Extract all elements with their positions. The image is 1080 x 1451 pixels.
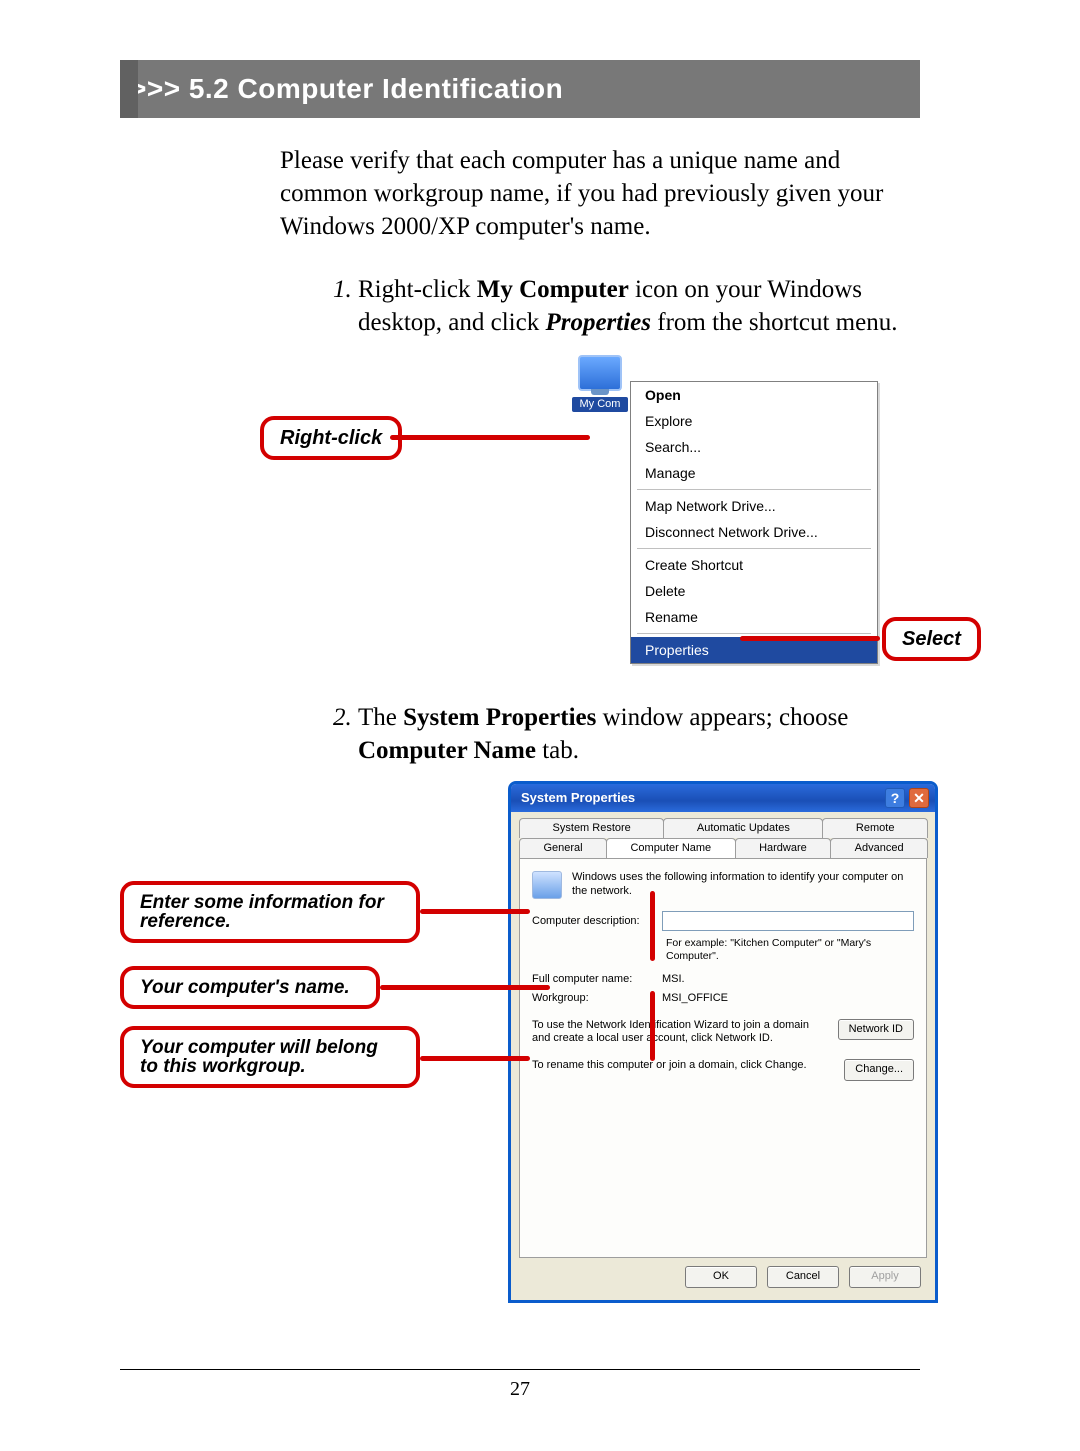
step1-pre: Right-click — [358, 276, 477, 303]
context-menu: Open Explore Search... Manage Map Networ… — [630, 381, 878, 664]
callout-computer-name: Your computer's name. — [120, 966, 380, 1009]
menu-disconnect-drive[interactable]: Disconnect Network Drive... — [631, 519, 877, 545]
tab-general[interactable]: General — [519, 838, 607, 858]
callout-workgroup: Your computer will belong to this workgr… — [120, 1026, 420, 1088]
close-button[interactable]: ✕ — [909, 788, 929, 808]
my-computer-label: My Com — [572, 397, 628, 412]
connector-select — [740, 636, 880, 641]
menu-search[interactable]: Search... — [631, 434, 877, 460]
figure-context-menu: My Com Open Explore Search... Manage Map… — [120, 361, 920, 671]
connector-description-v — [650, 891, 655, 961]
wizard-text: To use the Network Identification Wizard… — [532, 1019, 828, 1045]
steps-list-2: The System Properties window appears; ch… — [300, 701, 920, 767]
menu-divider — [637, 633, 871, 634]
description-input[interactable] — [662, 911, 914, 931]
my-computer-icon[interactable]: My Com — [572, 355, 628, 425]
tab-computer-name[interactable]: Computer Name — [606, 838, 736, 858]
step2-mid: window appears; choose — [596, 704, 848, 731]
step1-b1: My Computer — [477, 276, 629, 303]
callout-select: Select — [882, 617, 981, 661]
menu-explore[interactable]: Explore — [631, 408, 877, 434]
tab-remote[interactable]: Remote — [822, 818, 928, 838]
monitor-icon — [578, 355, 622, 391]
dialog-titlebar: System Properties ? ✕ — [511, 784, 935, 812]
tab-advanced[interactable]: Advanced — [830, 838, 928, 858]
computer-name-panel: Windows uses the following information t… — [519, 858, 927, 1258]
step1-post: from the shortcut menu. — [651, 309, 897, 336]
step2-b2: Computer Name — [358, 737, 536, 764]
figure-system-properties: System Properties ? ✕ System Restore Aut… — [120, 781, 920, 1351]
cancel-button[interactable]: Cancel — [767, 1266, 839, 1287]
callout-right-click: Right-click — [260, 416, 402, 460]
page-footer: 27 — [120, 1369, 920, 1401]
change-button[interactable]: Change... — [844, 1059, 914, 1080]
intro-paragraph: Please verify that each computer has a u… — [280, 144, 920, 243]
menu-create-shortcut[interactable]: Create Shortcut — [631, 552, 877, 578]
workgroup-value: MSI_OFFICE — [662, 992, 728, 1005]
dialog-button-row: OK Cancel Apply — [511, 1266, 935, 1299]
connector-computer-name — [380, 985, 550, 990]
tab-system-restore[interactable]: System Restore — [519, 818, 664, 838]
tab-automatic-updates[interactable]: Automatic Updates — [663, 818, 823, 838]
steps-list: Right-click My Computer icon on your Win… — [300, 273, 920, 339]
connector-description — [420, 909, 530, 914]
step2-b1: System Properties — [403, 704, 596, 731]
fullname-value: MSI. — [662, 973, 685, 986]
connector-workgroup-v — [650, 991, 655, 1061]
step2-post: tab. — [536, 737, 579, 764]
workgroup-label: Workgroup: — [532, 992, 652, 1005]
change-text: To rename this computer or join a domain… — [532, 1059, 834, 1072]
description-label: Computer description: — [532, 915, 652, 928]
system-properties-dialog: System Properties ? ✕ System Restore Aut… — [508, 781, 938, 1303]
help-button[interactable]: ? — [885, 788, 905, 808]
network-id-button[interactable]: Network ID — [838, 1019, 914, 1040]
section-heading-text: >>> 5.2 Computer Identification — [120, 73, 563, 105]
step2-pre: The — [358, 704, 403, 731]
page-number: 27 — [510, 1378, 530, 1400]
connector-right-click — [390, 435, 590, 440]
menu-rename[interactable]: Rename — [631, 604, 877, 630]
step-2: The System Properties window appears; ch… — [358, 701, 920, 767]
panel-info-text: Windows uses the following information t… — [572, 871, 914, 897]
menu-map-drive[interactable]: Map Network Drive... — [631, 493, 877, 519]
tab-strip: System Restore Automatic Updates Remote … — [511, 812, 935, 858]
menu-manage[interactable]: Manage — [631, 460, 877, 486]
menu-divider — [637, 548, 871, 549]
menu-divider — [637, 489, 871, 490]
menu-open[interactable]: Open — [631, 382, 877, 408]
computer-icon — [532, 871, 562, 899]
step1-b2: Properties — [545, 309, 651, 336]
connector-workgroup — [420, 1056, 530, 1061]
ok-button[interactable]: OK — [685, 1266, 757, 1287]
description-hint: For example: "Kitchen Computer" or "Mary… — [666, 937, 914, 962]
apply-button[interactable]: Apply — [849, 1266, 921, 1287]
callout-description: Enter some information for reference. — [120, 881, 420, 943]
fullname-label: Full computer name: — [532, 973, 652, 986]
dialog-title: System Properties — [521, 790, 635, 806]
menu-delete[interactable]: Delete — [631, 578, 877, 604]
tab-hardware[interactable]: Hardware — [735, 838, 832, 858]
section-heading: >>> 5.2 Computer Identification — [120, 60, 920, 118]
step-1: Right-click My Computer icon on your Win… — [358, 273, 920, 339]
